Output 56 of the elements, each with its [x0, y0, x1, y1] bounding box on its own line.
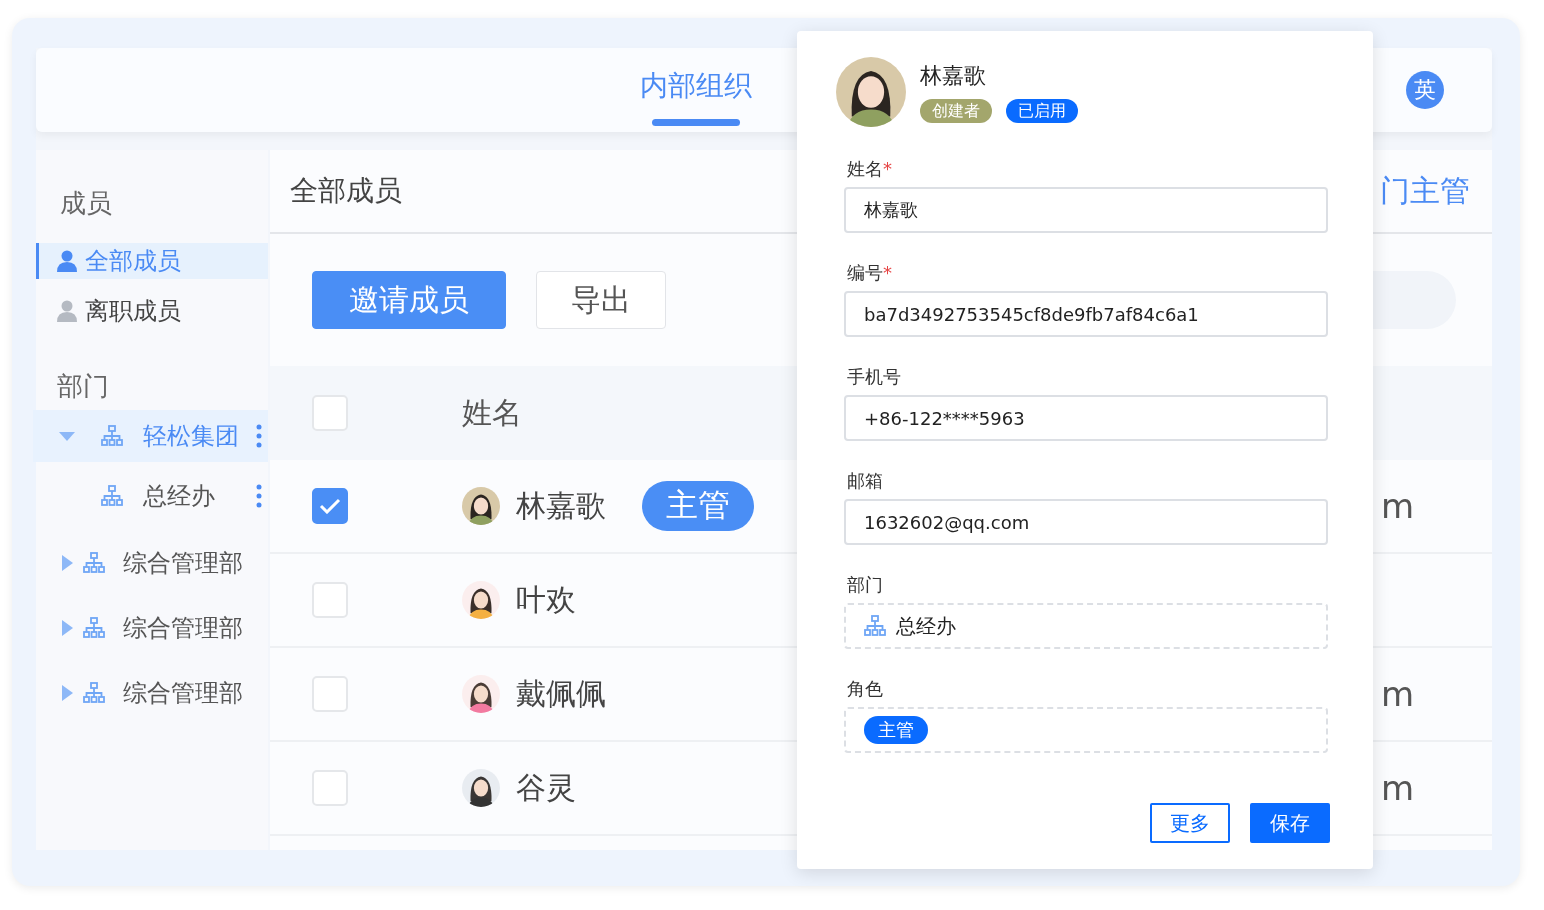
org-chart-icon	[864, 615, 886, 637]
field-label: 部门	[846, 573, 884, 595]
save-button[interactable]: 保存	[1250, 803, 1330, 843]
person-icon	[57, 250, 77, 272]
field-label: 编号*	[846, 261, 893, 283]
department-item[interactable]: 综合管理部	[33, 666, 268, 720]
department-field[interactable]: 总经办	[844, 603, 1328, 649]
checkbox[interactable]	[312, 488, 348, 524]
member-name: 戴佩佩	[516, 674, 606, 713]
org-chart-icon	[83, 682, 105, 704]
role-field[interactable]: 主管	[844, 707, 1328, 753]
input-field[interactable]: +86-122****5963	[844, 395, 1328, 441]
more-icon[interactable]	[256, 484, 262, 508]
check-icon	[319, 498, 341, 514]
caret-icon[interactable]	[59, 685, 75, 701]
sidebar-item[interactable]: 离职成员	[36, 293, 268, 329]
avatar	[462, 769, 500, 807]
more-icon[interactable]	[256, 424, 262, 448]
status-badge: 已启用	[1006, 99, 1078, 123]
column-heading: 门主管	[1380, 171, 1470, 210]
column-header: 姓名	[462, 393, 522, 432]
table-cell: m	[1380, 768, 1414, 808]
status-badge: 创建者	[920, 99, 992, 123]
field-label: 姓名*	[846, 157, 893, 179]
caret-icon[interactable]	[59, 620, 75, 636]
org-chart-icon	[83, 617, 105, 639]
field-label: 手机号	[846, 365, 902, 387]
section-heading: 成员	[59, 187, 113, 220]
member-name: 谷灵	[516, 768, 576, 807]
member-name: 叶欢	[516, 580, 576, 619]
person-icon	[57, 300, 77, 322]
avatar	[462, 581, 500, 619]
member-name: 林嘉歌	[920, 62, 987, 90]
input-field[interactable]: ba7d3492753545cf8de9fb7af84c6a1	[844, 291, 1328, 337]
department-item[interactable]: 总经办	[33, 470, 268, 522]
role-tag: 主管	[864, 716, 928, 744]
avatar	[462, 675, 500, 713]
more-button[interactable]: 更多	[1150, 803, 1230, 843]
field-label: 邮箱	[846, 469, 884, 491]
org-chart-icon	[101, 485, 123, 507]
section-heading: 部门	[56, 370, 110, 403]
org-chart-icon	[101, 425, 123, 447]
avatar	[462, 487, 500, 525]
caret-icon[interactable]	[59, 555, 75, 571]
input-field[interactable]: 1632602@qq.com	[844, 499, 1328, 545]
table-cell: m	[1380, 486, 1414, 526]
department-item[interactable]: 综合管理部	[33, 536, 268, 590]
department-item[interactable]: 综合管理部	[33, 601, 268, 655]
input-field[interactable]: 林嘉歌	[844, 187, 1328, 233]
table-cell: m	[1380, 674, 1414, 714]
role-tag: 主管	[642, 481, 754, 531]
export-button[interactable]: 导出	[536, 271, 666, 329]
org-chart-icon	[83, 552, 105, 574]
field-label: 角色	[846, 677, 884, 699]
page-title: 全部成员	[290, 173, 402, 209]
member-name: 林嘉歌	[516, 486, 606, 525]
